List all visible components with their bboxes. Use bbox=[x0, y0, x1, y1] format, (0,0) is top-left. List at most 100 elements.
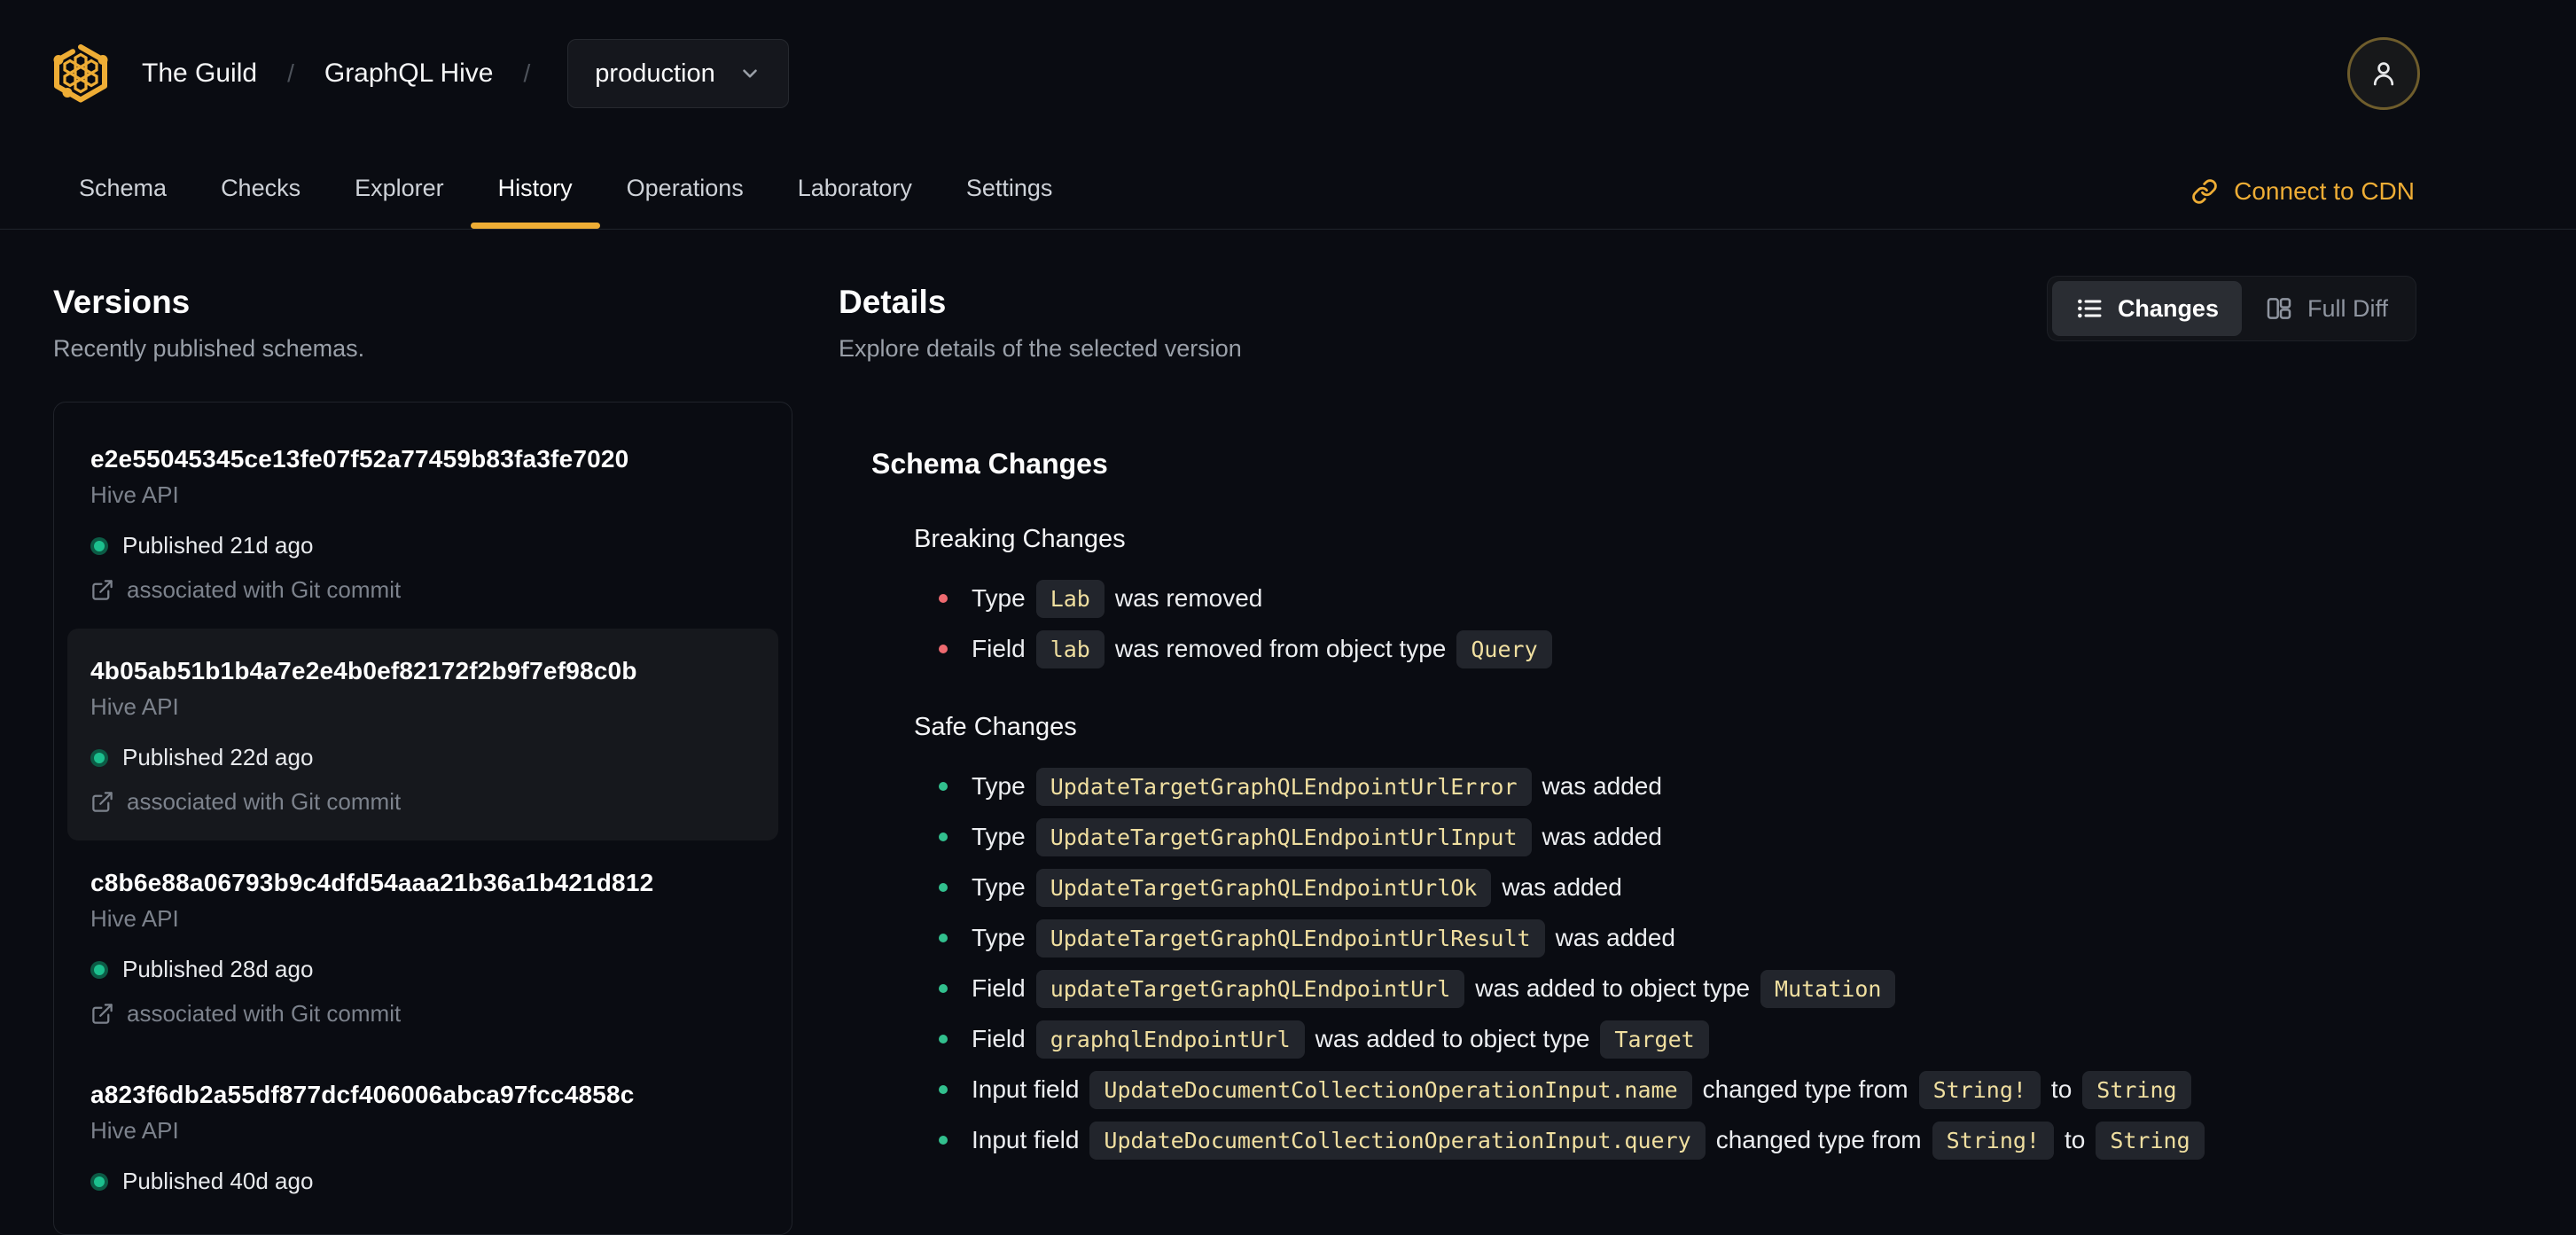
details-panel: Details Explore details of the selected … bbox=[839, 230, 2416, 1235]
change-text: to bbox=[2064, 1126, 2086, 1153]
tab-laboratory[interactable]: Laboratory bbox=[798, 175, 912, 229]
tab-operations[interactable]: Operations bbox=[627, 175, 744, 229]
schema-coordinate-chip: Lab bbox=[1035, 579, 1105, 618]
published-dot-icon bbox=[90, 960, 108, 979]
version-card[interactable]: e2e55045345ce13fe07f52a77459b83fa3fe7020… bbox=[67, 417, 778, 629]
change-text: was added to object type bbox=[1315, 1025, 1590, 1052]
tab-settings[interactable]: Settings bbox=[966, 175, 1053, 229]
change-text: was removed bbox=[1114, 584, 1263, 612]
git-commit-link[interactable]: associated with Git commit bbox=[90, 788, 755, 816]
hive-logo-icon[interactable] bbox=[53, 44, 108, 103]
schema-coordinate-chip: UpdateTargetGraphQLEndpointUrlResult bbox=[1035, 918, 1545, 958]
tab-explorer[interactable]: Explorer bbox=[355, 175, 444, 229]
change-text: Type bbox=[972, 584, 1026, 612]
schema-coordinate-chip: String! bbox=[1932, 1121, 2054, 1160]
version-hash: c8b6e88a06793b9c4dfd54aaa21b36a1b421d812 bbox=[90, 869, 654, 896]
schema-coordinate-chip: updateTargetGraphQLEndpointUrl bbox=[1035, 969, 1465, 1008]
view-button-label: Full Diff bbox=[2307, 294, 2388, 322]
change-item: Type UpdateTargetGraphQLEndpointUrlOk was … bbox=[939, 868, 2416, 907]
change-text: Field bbox=[972, 974, 1026, 1002]
version-status-label: Published 22d ago bbox=[122, 744, 314, 770]
breaking-bullet-icon bbox=[939, 645, 948, 653]
changes-view-button[interactable]: Changes bbox=[2051, 281, 2242, 336]
connect-to-cdn-button[interactable]: Connect to CDN bbox=[2191, 177, 2415, 206]
change-text: changed type from bbox=[1702, 1075, 1909, 1103]
change-groups: Breaking Changes Type Lab was removed Field l… bbox=[871, 525, 2416, 1160]
tab-checks[interactable]: Checks bbox=[221, 175, 301, 229]
schema-coordinate-chip: String bbox=[2082, 1070, 2191, 1109]
environment-select[interactable]: production bbox=[567, 39, 789, 108]
safe-bullet-icon bbox=[939, 934, 948, 942]
version-card[interactable]: 4b05ab51b1b4a7e2e4b0ef82172f2b9f7ef98c0b… bbox=[67, 629, 778, 840]
schema-coordinate-chip: Target bbox=[1600, 1020, 1709, 1059]
version-status-label: Published 21d ago bbox=[122, 532, 314, 559]
project-tabs: Schema Checks Explorer History Operations Lab… bbox=[79, 175, 1052, 229]
change-item: Input field UpdateDocumentCollectionOpera… bbox=[939, 1121, 2416, 1160]
change-text: was added bbox=[1542, 772, 1662, 800]
version-status: Published 22d ago bbox=[90, 744, 755, 771]
list-icon bbox=[2075, 294, 2104, 323]
change-text: Input field bbox=[972, 1126, 1080, 1153]
schema-coordinate-chip: lab bbox=[1035, 629, 1105, 668]
user-avatar-button[interactable] bbox=[2347, 37, 2420, 110]
breadcrumb-org[interactable]: The Guild bbox=[142, 59, 257, 89]
change-text: Input field bbox=[972, 1075, 1080, 1103]
schema-coordinate-chip: Query bbox=[1456, 629, 1552, 668]
safe-bullet-icon bbox=[939, 1035, 948, 1043]
git-commit-link[interactable]: associated with Git commit bbox=[90, 1000, 755, 1028]
version-status: Published 40d ago bbox=[90, 1168, 755, 1195]
change-text: Type bbox=[972, 823, 1026, 850]
schema-changes-section: Schema Changes Breaking Changes Type Lab wa… bbox=[871, 448, 2416, 1160]
version-hash: 4b05ab51b1b4a7e2e4b0ef82172f2b9f7ef98c0b bbox=[90, 657, 637, 684]
change-item: Type UpdateTargetGraphQLEndpointUrlError w… bbox=[939, 767, 2416, 806]
schema-coordinate-chip: UpdateDocumentCollectionOperationInput.n… bbox=[1089, 1070, 1692, 1109]
external-link-icon bbox=[90, 1002, 114, 1026]
change-item: Field graphqlEndpointUrl was added to obje… bbox=[939, 1020, 2416, 1059]
environment-select-value: production bbox=[595, 59, 715, 88]
chevron-down-icon bbox=[738, 62, 761, 85]
schema-coordinate-chip: UpdateTargetGraphQLEndpointUrlOk bbox=[1035, 868, 1492, 907]
user-icon bbox=[2368, 58, 2400, 90]
tab-history[interactable]: History bbox=[470, 175, 600, 229]
version-card[interactable]: a823f6db2a55df877dcf406006abca97fcc4858c… bbox=[67, 1052, 778, 1220]
breaking-changes-title: Breaking Changes bbox=[914, 525, 1126, 553]
safe-changes-title: Safe Changes bbox=[914, 713, 1077, 741]
versions-subtitle: Recently published schemas. bbox=[53, 335, 365, 362]
tab-schema[interactable]: Schema bbox=[79, 175, 167, 229]
published-dot-icon bbox=[90, 536, 108, 555]
safe-bullet-icon bbox=[939, 1136, 948, 1145]
change-item: Input field UpdateDocumentCollectionOpera… bbox=[939, 1070, 2416, 1109]
change-item: Type Lab was removed bbox=[939, 579, 2416, 618]
breaking-changes-group: Breaking Changes Type Lab was removed Field l… bbox=[914, 525, 2416, 668]
schema-coordinate-chip: UpdateDocumentCollectionOperationInput.q… bbox=[1089, 1121, 1706, 1160]
schema-coordinate-chip: UpdateTargetGraphQLEndpointUrlError bbox=[1035, 767, 1532, 806]
version-status: Published 21d ago bbox=[90, 532, 755, 559]
git-commit-label: associated with Git commit bbox=[127, 576, 402, 603]
version-status: Published 28d ago bbox=[90, 956, 755, 983]
safe-bullet-icon bbox=[939, 1085, 948, 1094]
git-commit-label: associated with Git commit bbox=[127, 788, 402, 815]
safe-bullet-icon bbox=[939, 782, 948, 791]
version-hash: a823f6db2a55df877dcf406006abca97fcc4858c bbox=[90, 1081, 635, 1108]
version-service: Hive API bbox=[90, 481, 179, 508]
connect-to-cdn-label: Connect to CDN bbox=[2234, 177, 2415, 205]
external-link-icon bbox=[90, 578, 114, 602]
change-text: to bbox=[2050, 1075, 2073, 1103]
view-toggle: Changes Full Diff bbox=[2046, 276, 2416, 341]
change-item: Type UpdateTargetGraphQLEndpointUrlInput w… bbox=[939, 817, 2416, 856]
breaking-changes-list: Type Lab was removed Field lab was removed fr… bbox=[914, 579, 2416, 668]
safe-changes-list: Type UpdateTargetGraphQLEndpointUrlError w… bbox=[914, 767, 2416, 1160]
columns-icon bbox=[2265, 294, 2293, 323]
version-service: Hive API bbox=[90, 693, 179, 720]
safe-changes-group: Safe Changes Type UpdateTargetGraphQLEndpo… bbox=[914, 713, 2416, 1160]
git-commit-link[interactable]: associated with Git commit bbox=[90, 576, 755, 604]
change-text: changed type from bbox=[1715, 1126, 1922, 1153]
change-text: Type bbox=[972, 772, 1026, 800]
full-diff-view-button[interactable]: Full Diff bbox=[2242, 281, 2411, 336]
version-card[interactable]: c8b6e88a06793b9c4dfd54aaa21b36a1b421d812… bbox=[67, 840, 778, 1052]
external-link-icon bbox=[90, 790, 114, 814]
change-text: Type bbox=[972, 924, 1026, 951]
breadcrumb-project[interactable]: GraphQL Hive bbox=[324, 59, 494, 89]
schema-coordinate-chip: UpdateTargetGraphQLEndpointUrlInput bbox=[1035, 817, 1532, 856]
change-item: Field updateTargetGraphQLEndpointUrl was a… bbox=[939, 969, 2416, 1008]
